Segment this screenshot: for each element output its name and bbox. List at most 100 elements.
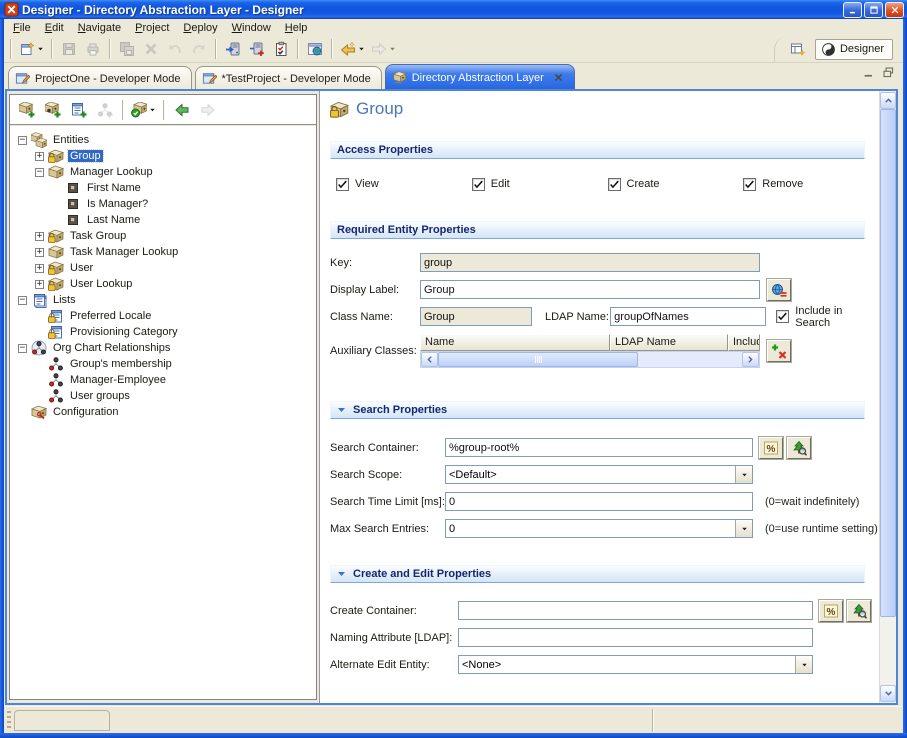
view-minimize-view[interactable]	[863, 66, 876, 82]
maximize-button[interactable]	[864, 2, 883, 18]
collapse-icon[interactable]: −	[18, 136, 27, 145]
scroll-right-button[interactable]	[742, 352, 759, 367]
add-entity-button[interactable]	[14, 97, 40, 123]
checkbox[interactable]	[743, 178, 756, 191]
scrollbar-thumb[interactable]	[880, 109, 896, 617]
tree-item-group[interactable]: +Group	[16, 148, 314, 164]
add-entity-wizard-button[interactable]	[40, 97, 66, 123]
tab-directory-abstraction-layer[interactable]: Directory Abstraction Layer	[385, 64, 575, 90]
checkbox-remove[interactable]: Remove	[743, 177, 879, 191]
scroll-left-button[interactable]	[421, 352, 438, 367]
import-project-button[interactable]	[245, 37, 269, 61]
tree-item-user[interactable]: +User	[16, 260, 314, 276]
search-container-field[interactable]	[445, 438, 753, 457]
browse-container-button[interactable]	[847, 600, 871, 622]
open-perspective-button[interactable]	[787, 38, 809, 60]
localize-button[interactable]	[767, 279, 791, 301]
collapse-icon[interactable]: −	[18, 296, 27, 305]
view-restore-view[interactable]	[882, 66, 895, 82]
tree-item-first-name[interactable]: First Name	[16, 180, 314, 196]
checkbox[interactable]	[336, 178, 349, 191]
naming-attribute-field[interactable]	[458, 628, 813, 647]
designer-perspective-button[interactable]: Designer	[815, 39, 893, 60]
add-list-button[interactable]	[66, 97, 92, 123]
tree-item-org-chart-relationships[interactable]: −Org Chart Relationships	[16, 340, 314, 356]
tree-item-preferred-locale[interactable]: Preferred Locale	[16, 308, 314, 324]
alternate-edit-entity-dropdown[interactable]	[458, 655, 813, 674]
tab-projectone-developer-mode[interactable]: ProjectOne - Developer Mode	[8, 66, 192, 90]
checkbox[interactable]	[608, 178, 621, 191]
create-container-field[interactable]	[458, 601, 813, 620]
tree-item-task-group[interactable]: +Task Group	[16, 228, 314, 244]
tree-item-manager-lookup[interactable]: −Manager Lookup	[16, 164, 314, 180]
scroll-down-button[interactable]	[880, 685, 896, 702]
tree-item-lists[interactable]: −Lists	[16, 292, 314, 308]
scrollbar-thumb[interactable]	[438, 352, 638, 367]
menu-deploy[interactable]: Deploy	[176, 21, 224, 35]
include-in-search-checkbox[interactable]: Include in Search	[776, 305, 879, 329]
aux-col-name[interactable]: Name	[420, 334, 610, 351]
aux-col-ldap-name[interactable]: LDAP Name	[610, 334, 728, 351]
tree-item-user-groups[interactable]: User groups	[16, 388, 314, 404]
tree-item-last-name[interactable]: Last Name	[16, 212, 314, 228]
ldap-name-field[interactable]	[610, 307, 766, 326]
expand-icon[interactable]: +	[35, 280, 44, 289]
tree-item-entities[interactable]: −Entities	[16, 132, 314, 148]
back-history-button[interactable]	[337, 37, 368, 61]
menu-edit[interactable]: Edit	[38, 21, 71, 35]
tree-item-manager-employee[interactable]: Manager-Employee	[16, 372, 314, 388]
checkbox-edit[interactable]: Edit	[472, 177, 608, 191]
tree-item-user-lookup[interactable]: +User Lookup	[16, 276, 314, 292]
web-browser-button[interactable]	[303, 37, 327, 61]
expand-icon[interactable]: +	[35, 248, 44, 257]
aux-add-remove-button[interactable]	[767, 340, 791, 362]
dropdown-button[interactable]	[795, 656, 812, 673]
aux-col-include[interactable]: Includ	[728, 334, 760, 351]
search-time-limit-field[interactable]	[445, 492, 753, 511]
validate-abstraction-layer-button[interactable]	[128, 97, 159, 123]
checkbox-view[interactable]: View	[336, 177, 472, 191]
nav-back-button[interactable]	[169, 97, 195, 123]
tree-item-provisioning-category[interactable]: Provisioning Category	[16, 324, 314, 340]
menu-project[interactable]: Project	[128, 21, 176, 35]
collapse-icon[interactable]: −	[35, 168, 44, 177]
scroll-up-button[interactable]	[880, 92, 896, 109]
tab-testproject-developer-mode[interactable]: *TestProject - Developer Mode	[195, 66, 382, 90]
statusbar-grip[interactable]	[7, 711, 11, 731]
auxiliary-classes-table[interactable]: Name LDAP Name Includ	[420, 334, 760, 368]
deploy-project-button[interactable]	[221, 37, 245, 61]
menu-navigate[interactable]: Navigate	[71, 21, 128, 35]
expand-icon[interactable]: +	[35, 152, 44, 161]
dropdown-button[interactable]	[735, 466, 752, 483]
display-label-field[interactable]	[420, 280, 760, 299]
dropdown-button[interactable]	[735, 520, 752, 537]
close-button[interactable]	[885, 2, 904, 18]
tree-item-group-s-membership[interactable]: Group's membership	[16, 356, 314, 372]
section-search-properties[interactable]: Search Properties	[330, 401, 865, 419]
alternate-edit-entity-value[interactable]	[459, 656, 795, 673]
checkbox-create[interactable]: Create	[608, 177, 744, 191]
tree-item-configuration[interactable]: Configuration	[16, 404, 314, 420]
aux-horizontal-scrollbar[interactable]	[420, 351, 760, 368]
max-search-entries-dropdown[interactable]	[445, 519, 753, 538]
checkbox[interactable]	[472, 178, 485, 191]
parameter-button[interactable]: %	[819, 600, 843, 622]
browse-container-button[interactable]	[787, 437, 811, 459]
menu-window[interactable]: Window	[225, 21, 278, 35]
search-scope-value[interactable]	[446, 466, 735, 483]
close-tab-icon[interactable]	[553, 72, 564, 83]
tree-item-task-manager-lookup[interactable]: +Task Manager Lookup	[16, 244, 314, 260]
form-vertical-scrollbar[interactable]	[879, 91, 896, 703]
tree-item-is-manager[interactable]: Is Manager?	[16, 196, 314, 212]
checkbox[interactable]	[776, 310, 789, 323]
section-create-edit-properties[interactable]: Create and Edit Properties	[330, 565, 865, 583]
search-scope-dropdown[interactable]	[445, 465, 753, 484]
minimize-button[interactable]	[843, 2, 862, 18]
expand-icon[interactable]: +	[35, 264, 44, 273]
expand-icon[interactable]: +	[35, 232, 44, 241]
collapse-triangle-icon[interactable]	[337, 406, 346, 414]
compare-project-button[interactable]	[269, 37, 293, 61]
menu-file[interactable]: File	[6, 21, 38, 35]
menu-help[interactable]: Help	[278, 21, 315, 35]
collapse-icon[interactable]: −	[18, 344, 27, 353]
